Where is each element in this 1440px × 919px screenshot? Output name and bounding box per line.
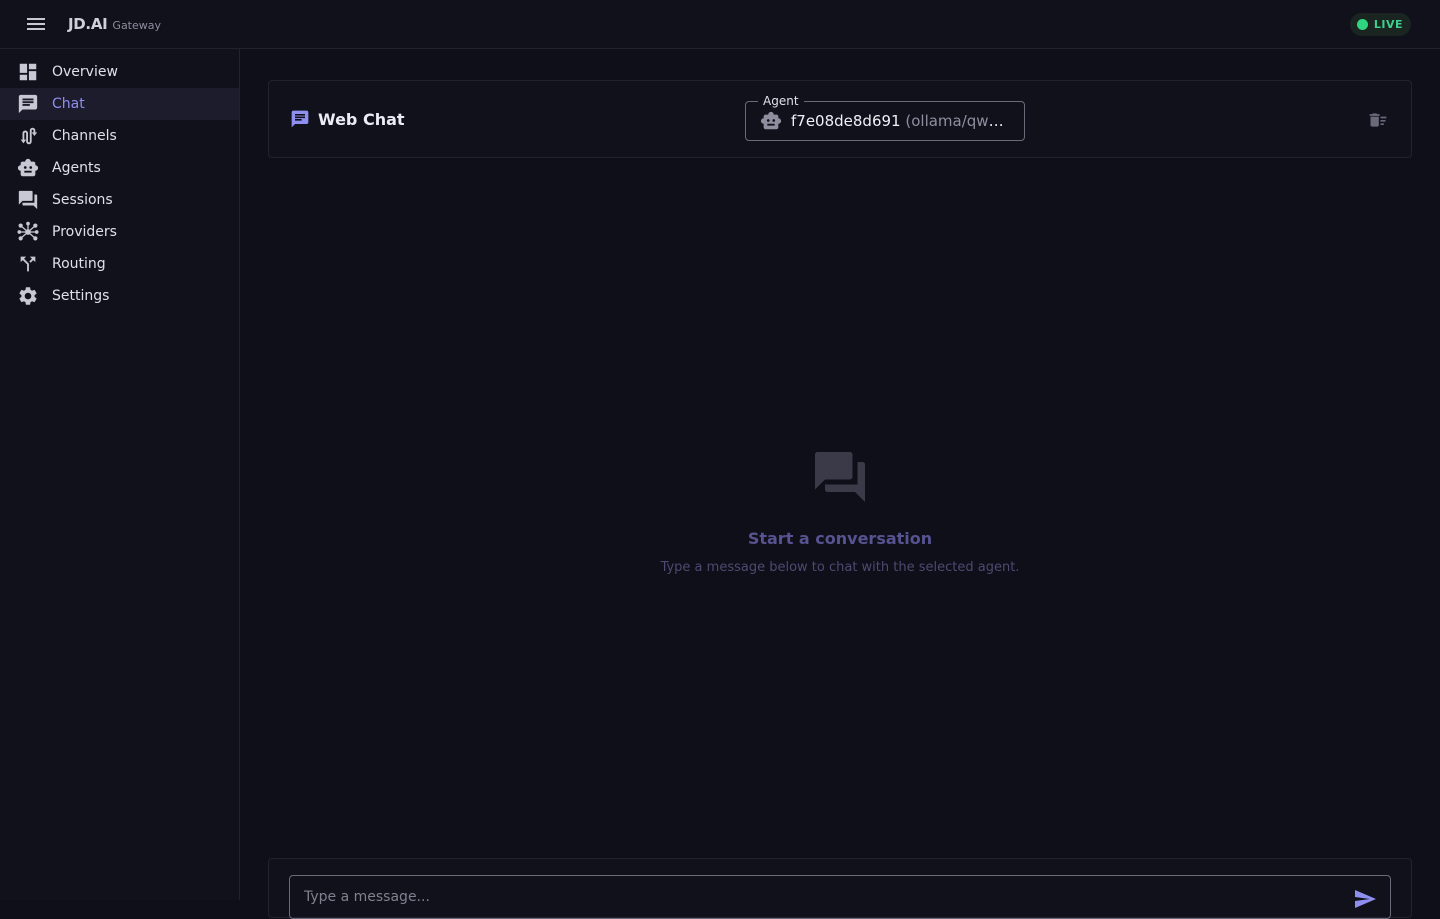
sidebar-item-label: Agents [52, 160, 101, 176]
gear-icon [19, 287, 37, 305]
send-button[interactable] [1351, 885, 1379, 913]
menu-button[interactable] [16, 4, 56, 44]
chat-header: Web Chat Agent f7e08de8d691 (ollama/qwe… [268, 80, 1412, 158]
sidebar-item-agents[interactable]: Agents [0, 152, 239, 184]
forum-icon [18, 190, 38, 210]
sidebar-item-settings[interactable]: Settings [0, 280, 239, 312]
sidebar-item-chat[interactable]: Chat [0, 88, 239, 120]
brand-name: JD.AI [68, 15, 108, 33]
sidebar: Overview Chat Channels Agents Sessions P… [0, 49, 240, 900]
sidebar-item-label: Settings [52, 288, 110, 304]
sidebar-item-label: Sessions [52, 192, 113, 208]
sidebar-item-sessions[interactable]: Sessions [0, 184, 239, 216]
sidebar-item-label: Providers [52, 224, 117, 240]
hamburger-icon [27, 18, 45, 30]
agent-model: (ollama/qwe… [905, 112, 1007, 130]
clear-chat-button[interactable] [1367, 109, 1389, 131]
hub-icon [17, 221, 39, 241]
forum-icon [815, 452, 865, 502]
fork-icon [20, 256, 36, 272]
robot-icon [17, 158, 39, 177]
robot-icon [760, 111, 782, 130]
chat-icon [18, 94, 38, 114]
sidebar-item-overview[interactable]: Overview [0, 56, 239, 88]
top-bar: JD.AI Gateway LIVE [0, 0, 1440, 49]
page-title-text: Web Chat [318, 109, 405, 129]
send-icon [1355, 890, 1376, 908]
empty-state-title: Start a conversation [747, 529, 933, 548]
main-content: Web Chat Agent f7e08de8d691 (ollama/qwe…… [240, 49, 1440, 919]
sidebar-item-routing[interactable]: Routing [0, 248, 239, 280]
sidebar-item-label: Chat [52, 96, 85, 112]
live-status-badge: LIVE [1349, 13, 1411, 36]
agent-id: f7e08de8d691 [791, 112, 901, 130]
page-title: Web Chat [290, 109, 405, 129]
agent-select[interactable]: Agent f7e08de8d691 (ollama/qwe… [745, 94, 1025, 141]
agent-select-value: f7e08de8d691 (ollama/qwe… [791, 112, 1007, 130]
sidebar-item-label: Routing [52, 256, 106, 272]
brand-logo: JD.AI Gateway [68, 15, 161, 33]
delete-sweep-icon [1369, 113, 1387, 127]
sidebar-item-channels[interactable]: Channels [0, 120, 239, 152]
agent-select-label: Agent [758, 94, 804, 108]
sidebar-item-providers[interactable]: Providers [0, 216, 239, 248]
sidebar-item-label: Channels [52, 128, 117, 144]
dashboard-icon [19, 63, 37, 81]
channels-icon [20, 127, 38, 145]
message-composer [268, 858, 1412, 919]
live-dot-icon [1356, 19, 1368, 30]
sidebar-item-label: Overview [52, 64, 118, 80]
chat-icon [291, 110, 309, 128]
brand-subtitle: Gateway [112, 19, 162, 32]
empty-state: Start a conversation Type a message belo… [240, 447, 1440, 575]
empty-state-subtitle: Type a message below to chat with the se… [660, 560, 1020, 575]
message-input[interactable] [289, 875, 1391, 919]
live-status-label: LIVE [1373, 18, 1403, 31]
